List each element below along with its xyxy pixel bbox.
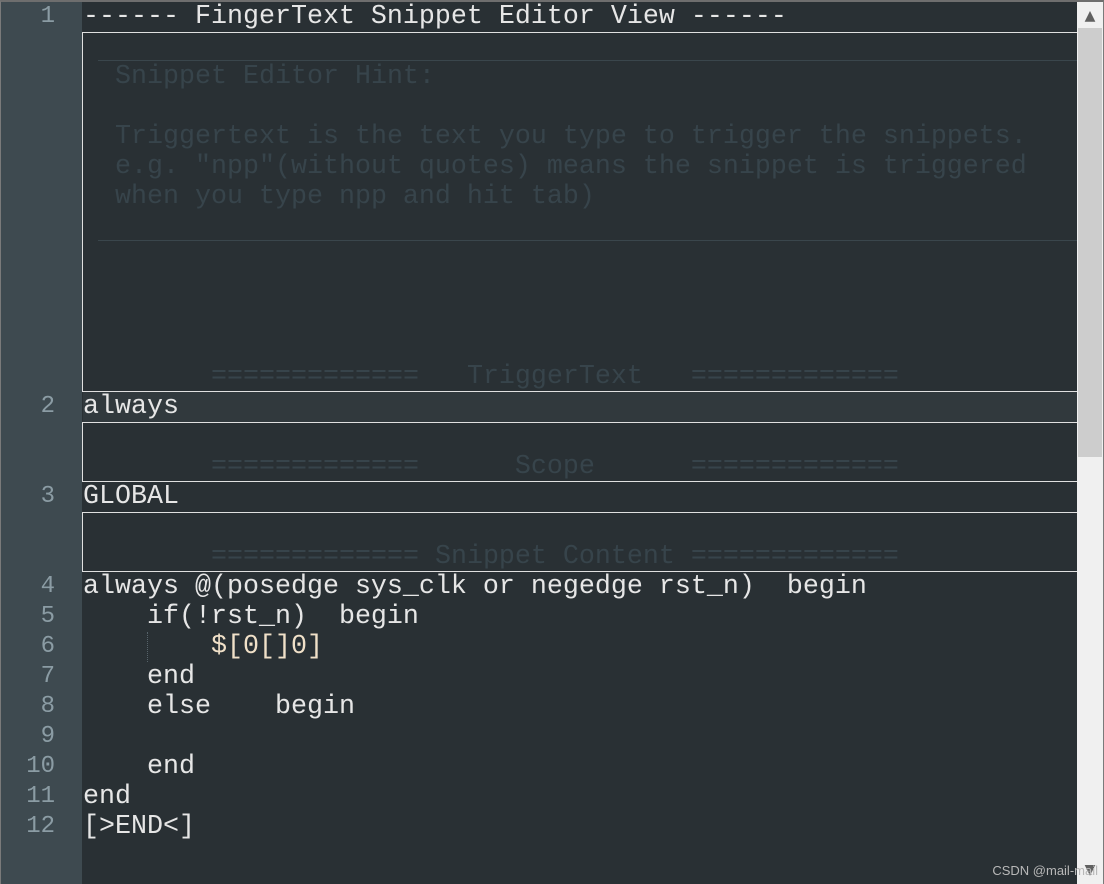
code-line[interactable]: [>END<] (83, 812, 1077, 842)
code-line[interactable]: end (83, 662, 1077, 692)
line-number-gutter: 1 2 3 4 5 6 7 8 9 10 11 12 (1, 2, 82, 884)
line-number: 4 (40, 573, 55, 600)
triggertext-separator: ============= TriggerText ============= (211, 362, 899, 392)
code-line[interactable]: if(!rst_n) begin (83, 602, 1077, 632)
hint-line: when you type npp and hit tab) (115, 182, 595, 212)
line-number: 10 (26, 753, 55, 780)
line-number: 11 (26, 783, 55, 810)
chevron-up-icon[interactable]: ▲ (1077, 4, 1103, 28)
line-number: 8 (40, 693, 55, 720)
watermark: CSDN @mail-mail (992, 863, 1098, 878)
line-number: 5 (40, 603, 55, 630)
code-line[interactable]: always @(posedge sys_clk or negedge rst_… (83, 572, 1077, 602)
line-number: 1 (40, 3, 55, 30)
line-number: 3 (40, 483, 55, 510)
hint-line: Triggertext is the text you type to trig… (115, 122, 1027, 152)
hint-rule-top (98, 60, 1077, 61)
scrollbar-thumb[interactable] (1078, 28, 1102, 457)
hint-line: e.g. "npp"(without quotes) means the sni… (115, 152, 1027, 182)
hint-rule-bottom (98, 240, 1077, 241)
line-number: 2 (40, 393, 55, 420)
line-number: 12 (26, 813, 55, 840)
code-line[interactable]: end (83, 782, 1077, 812)
code-line[interactable]: $[0[]0] (83, 632, 1077, 662)
line-number: 7 (40, 663, 55, 690)
scope-separator: ============= Scope ============= (211, 452, 899, 482)
code-line-header[interactable]: ------ FingerText Snippet Editor View --… (83, 2, 1077, 32)
snippet-content-separator: ============= Snippet Content ==========… (211, 542, 899, 572)
code-line-scope[interactable]: GLOBAL (83, 482, 1077, 512)
code-line[interactable] (83, 722, 1077, 752)
code-line[interactable]: end (83, 752, 1077, 782)
code-line[interactable]: else begin (83, 692, 1077, 722)
vertical-scrollbar[interactable]: ▲ ▼ (1077, 2, 1103, 884)
code-line-trigger[interactable]: always (83, 392, 1077, 422)
line-number: 9 (40, 723, 55, 750)
line-number: 6 (40, 633, 55, 660)
hint-title: Snippet Editor Hint: (115, 62, 435, 92)
